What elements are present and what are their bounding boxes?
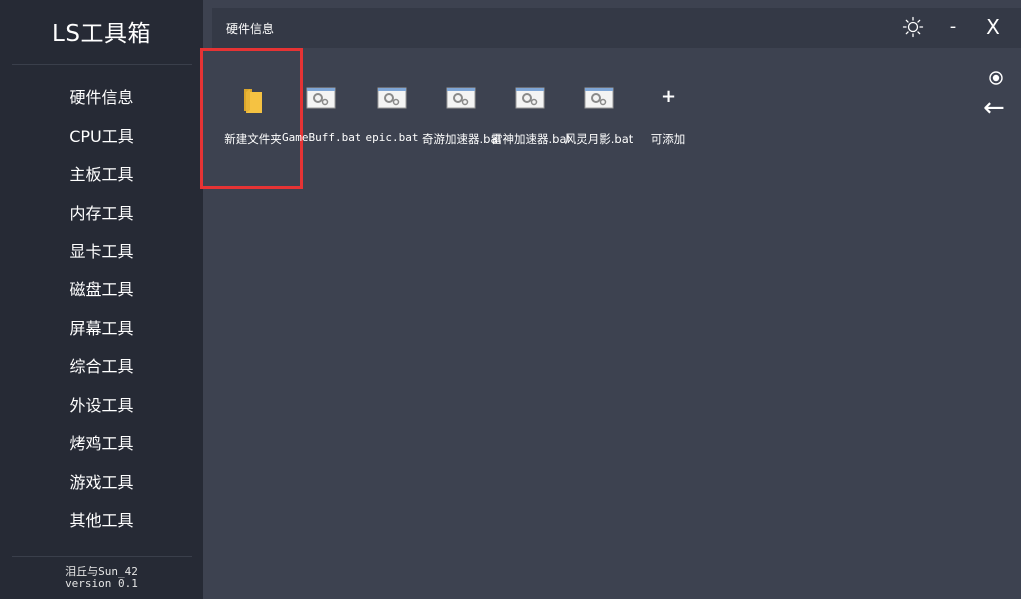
bat-file-icon <box>306 86 336 114</box>
plus-icon: + <box>661 86 677 107</box>
back-arrow-button[interactable]: ← <box>983 94 1009 122</box>
sidebar-item-game-tools[interactable]: 游戏工具 <box>0 465 203 501</box>
sidebar-item-motherboard-tools[interactable]: 主板工具 <box>0 157 203 193</box>
sidebar-item-disk-tools[interactable]: 磁盘工具 <box>0 272 203 308</box>
sidebar-item-screen-tools[interactable]: 屏幕工具 <box>0 311 203 347</box>
sun-gear-icon[interactable] <box>902 16 924 40</box>
add-label: 可添加 <box>650 132 686 146</box>
bat-file-icon <box>515 86 545 114</box>
sidebar-item-gpu-tools[interactable]: 显卡工具 <box>0 234 203 270</box>
version-label: version 0.1 <box>65 577 138 590</box>
sidebar-divider-bottom <box>12 556 192 557</box>
sidebar-item-memory-tools[interactable]: 内存工具 <box>0 196 203 232</box>
sidebar-item-hardware-info[interactable]: 硬件信息 <box>0 80 203 116</box>
bat-file-icon <box>377 86 407 114</box>
add-file-tile[interactable]: + 可添加 <box>633 82 703 152</box>
app-title: LS工具箱 <box>52 21 151 47</box>
sidebar-item-cpu-tools[interactable]: CPU工具 <box>0 119 203 155</box>
file-tile-gamebuff[interactable]: GameBuff.bat <box>282 82 360 152</box>
folder-icon <box>242 86 264 118</box>
sidebar-item-general-tools[interactable]: 综合工具 <box>0 349 203 385</box>
file-tile-epic[interactable]: epic.bat <box>357 82 427 152</box>
bat-file-icon <box>446 86 476 114</box>
file-label: 新建文件夹 <box>224 132 282 146</box>
sidebar-item-other-tools[interactable]: 其他工具 <box>0 503 203 539</box>
file-tile-fengling[interactable]: 风灵月影.bat <box>564 82 634 152</box>
page-title: 硬件信息 <box>226 22 275 36</box>
sidebar-item-peripheral-tools[interactable]: 外设工具 <box>0 388 203 424</box>
file-label: GameBuff.bat <box>282 131 360 144</box>
file-label: 风灵月影.bat <box>564 132 634 146</box>
sidebar: LS工具箱 硬件信息 CPU工具 主板工具 内存工具 显卡工具 磁盘工具 屏幕工… <box>0 0 203 599</box>
file-label: 雷神加速器.bat <box>491 132 569 146</box>
sidebar-divider-top <box>12 64 192 65</box>
radio-icon[interactable] <box>988 70 1004 86</box>
close-button[interactable]: X <box>982 16 1004 40</box>
file-tile-new-folder[interactable]: 新建文件夹 <box>218 82 288 152</box>
file-tile-leishen[interactable]: 雷神加速器.bat <box>491 82 569 152</box>
file-tile-qiyou[interactable]: 奇游加速器.bat <box>422 82 500 152</box>
bat-file-icon <box>584 86 614 114</box>
minimize-button[interactable]: - <box>942 16 964 40</box>
file-label: 奇游加速器.bat <box>422 132 500 146</box>
title-bar: 硬件信息 - X <box>212 8 1021 48</box>
sidebar-item-stress-test-tools[interactable]: 烤鸡工具 <box>0 426 203 462</box>
file-label: epic.bat <box>365 131 419 144</box>
